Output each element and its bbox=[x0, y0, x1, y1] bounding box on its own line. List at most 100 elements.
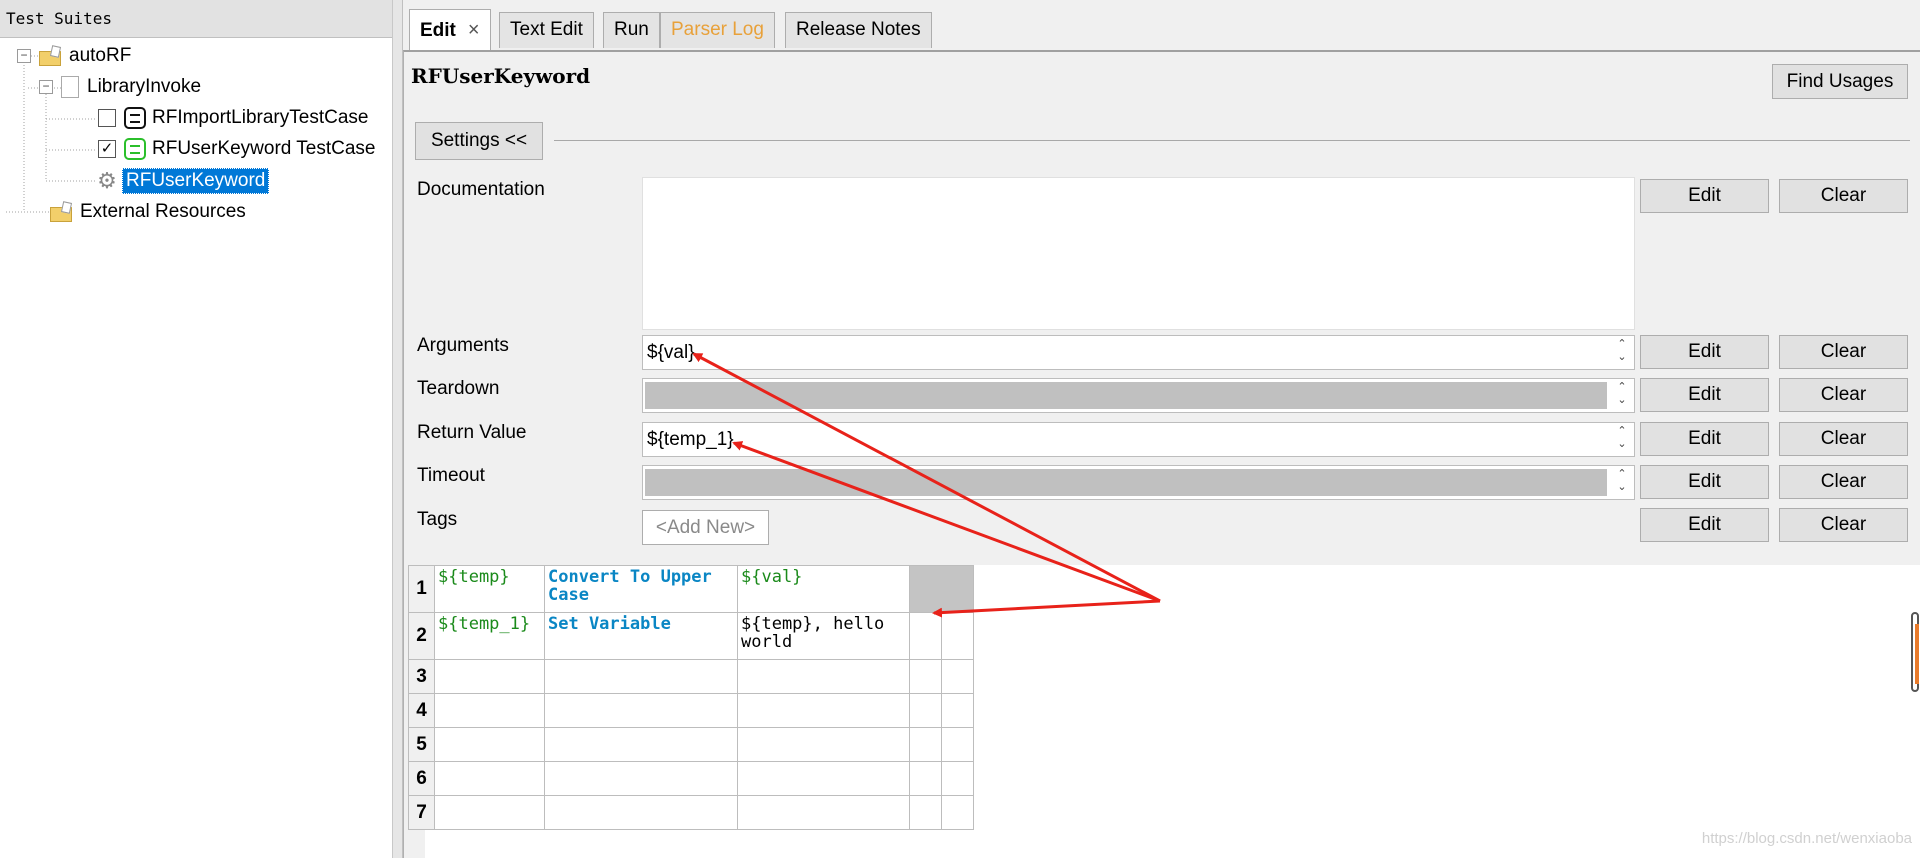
ride-window: Test Suites − autoRF − LibraryInvoke RFI… bbox=[0, 0, 1920, 858]
tree-item-rfuserkeywordtestcase[interactable]: ✓ RFUserKeyword TestCase bbox=[98, 134, 376, 164]
grid-cell[interactable] bbox=[909, 795, 942, 830]
grid-cell[interactable] bbox=[544, 727, 738, 762]
tree-item-rfimportlibrarytestcase[interactable]: RFImportLibraryTestCase bbox=[98, 103, 368, 133]
grid-cell[interactable] bbox=[941, 727, 974, 762]
return-value-field[interactable]: ${temp_1} ⌃ ⌄ bbox=[642, 422, 1635, 457]
spin-arrows-icon[interactable]: ⌃ ⌄ bbox=[1614, 381, 1630, 410]
row-number[interactable]: 6 bbox=[408, 761, 435, 796]
close-icon[interactable]: × bbox=[468, 19, 480, 41]
tree-item-rfuserkeyword[interactable]: ⚙ RFUserKeyword bbox=[96, 166, 270, 196]
tree-item-external-resources[interactable]: External Resources bbox=[50, 197, 246, 227]
settings-toggle-button[interactable]: Settings << bbox=[415, 122, 543, 160]
tree-item-autorf[interactable]: − autoRF bbox=[17, 41, 131, 71]
tab-run[interactable]: Run bbox=[603, 12, 660, 48]
add-tag-button[interactable]: <Add New> bbox=[642, 510, 769, 545]
grid-cell[interactable] bbox=[434, 693, 545, 728]
collapse-icon[interactable]: − bbox=[17, 49, 31, 63]
documentation-field[interactable] bbox=[642, 177, 1635, 330]
row-number[interactable]: 5 bbox=[408, 727, 435, 762]
tree-item-label: RFImportLibraryTestCase bbox=[152, 107, 369, 128]
grid-cell[interactable] bbox=[909, 761, 942, 796]
tags-edit-button[interactable]: Edit bbox=[1640, 508, 1769, 542]
grid-cell[interactable] bbox=[737, 727, 910, 762]
row-number[interactable]: 7 bbox=[408, 795, 435, 830]
grid-cell[interactable] bbox=[434, 795, 545, 830]
tab-parser-log[interactable]: Parser Log bbox=[660, 12, 775, 48]
folder-icon bbox=[50, 201, 74, 222]
timeout-clear-button[interactable]: Clear bbox=[1779, 465, 1908, 499]
vertical-scrollbar[interactable] bbox=[1911, 612, 1919, 692]
grid-cell[interactable] bbox=[909, 612, 942, 660]
return-value-edit-button[interactable]: Edit bbox=[1640, 422, 1769, 456]
testcase-checkbox[interactable] bbox=[98, 109, 116, 127]
testcase-checkbox-checked[interactable]: ✓ bbox=[98, 140, 116, 158]
spin-arrows-icon[interactable]: ⌃ ⌄ bbox=[1614, 338, 1630, 367]
documentation-edit-button[interactable]: Edit bbox=[1640, 179, 1769, 213]
timeout-field[interactable]: ⌃ ⌄ bbox=[642, 465, 1635, 500]
teardown-clear-button[interactable]: Clear bbox=[1779, 378, 1908, 412]
return-value-value: ${temp_1} bbox=[647, 429, 734, 450]
grid-cell[interactable]: ${temp}, hello world bbox=[737, 612, 910, 660]
tree-item-label: autoRF bbox=[69, 45, 132, 66]
grid-cell[interactable] bbox=[909, 565, 974, 613]
grid-cell[interactable] bbox=[941, 693, 974, 728]
collapse-icon[interactable]: − bbox=[39, 80, 53, 94]
grid-cell[interactable]: Set Variable bbox=[544, 612, 738, 660]
tab-label: Edit bbox=[420, 20, 456, 41]
row-number[interactable]: 4 bbox=[408, 693, 435, 728]
spin-arrows-icon[interactable]: ⌃ ⌄ bbox=[1614, 468, 1630, 497]
grid-cell[interactable] bbox=[737, 761, 910, 796]
grid-cell[interactable] bbox=[941, 659, 974, 694]
timeout-edit-button[interactable]: Edit bbox=[1640, 465, 1769, 499]
grid-cell[interactable]: ${temp} bbox=[434, 565, 545, 613]
row-number[interactable]: 3 bbox=[408, 659, 435, 694]
file-icon bbox=[61, 76, 79, 98]
grid-cell[interactable] bbox=[434, 659, 545, 694]
grid-cell[interactable] bbox=[434, 761, 545, 796]
grid-cell[interactable] bbox=[544, 761, 738, 796]
keyword-editor: RFUserKeyword Find Usages Settings << Do… bbox=[403, 50, 1920, 858]
tree-item-libraryinvoke[interactable]: − LibraryInvoke bbox=[39, 72, 201, 102]
grid-cell[interactable] bbox=[434, 727, 545, 762]
step-grid: 1 ${temp} Convert To Upper Case ${val} 2… bbox=[408, 565, 974, 830]
grid-cell[interactable] bbox=[909, 659, 942, 694]
grid-cell[interactable]: ${temp_1} bbox=[434, 612, 545, 660]
grid-cell[interactable] bbox=[941, 761, 974, 796]
grid-cell[interactable] bbox=[941, 795, 974, 830]
teardown-edit-button[interactable]: Edit bbox=[1640, 378, 1769, 412]
arguments-edit-button[interactable]: Edit bbox=[1640, 335, 1769, 369]
grid-cell[interactable] bbox=[737, 795, 910, 830]
grid-cell[interactable] bbox=[737, 659, 910, 694]
arguments-value: ${val} bbox=[647, 342, 695, 363]
keyword-title: RFUserKeyword bbox=[411, 64, 591, 88]
find-usages-button[interactable]: Find Usages bbox=[1772, 64, 1908, 99]
grid-cell[interactable] bbox=[737, 693, 910, 728]
spin-arrows-icon[interactable]: ⌃ ⌄ bbox=[1614, 425, 1630, 454]
settings-divider bbox=[554, 140, 1910, 141]
grid-cell[interactable] bbox=[544, 693, 738, 728]
tab-text-edit[interactable]: Text Edit bbox=[499, 12, 594, 48]
tab-edit[interactable]: Edit × bbox=[409, 9, 491, 50]
grid-cell[interactable]: Convert To Upper Case bbox=[544, 565, 738, 613]
tags-clear-button[interactable]: Clear bbox=[1779, 508, 1908, 542]
return-value-clear-button[interactable]: Clear bbox=[1779, 422, 1908, 456]
row-number[interactable]: 2 bbox=[408, 612, 435, 660]
grid-cell[interactable] bbox=[941, 612, 974, 660]
robot-pass-icon bbox=[124, 138, 146, 160]
grid-cell[interactable] bbox=[544, 795, 738, 830]
row-number[interactable]: 1 bbox=[408, 565, 435, 613]
tab-release-notes[interactable]: Release Notes bbox=[785, 12, 932, 48]
tree-item-label: External Resources bbox=[80, 201, 246, 222]
gear-icon: ⚙ bbox=[97, 168, 117, 193]
arguments-field[interactable]: ${val} ⌃ ⌄ bbox=[642, 335, 1635, 370]
teardown-field[interactable]: ⌃ ⌄ bbox=[642, 378, 1635, 413]
panel-splitter[interactable] bbox=[393, 0, 403, 858]
grid-cell[interactable]: ${val} bbox=[737, 565, 910, 613]
timeout-label: Timeout bbox=[417, 465, 485, 486]
grid-cell[interactable] bbox=[909, 693, 942, 728]
grid-cell[interactable] bbox=[544, 659, 738, 694]
arguments-clear-button[interactable]: Clear bbox=[1779, 335, 1908, 369]
suite-folder-icon bbox=[39, 45, 63, 66]
grid-cell[interactable] bbox=[909, 727, 942, 762]
documentation-clear-button[interactable]: Clear bbox=[1779, 179, 1908, 213]
